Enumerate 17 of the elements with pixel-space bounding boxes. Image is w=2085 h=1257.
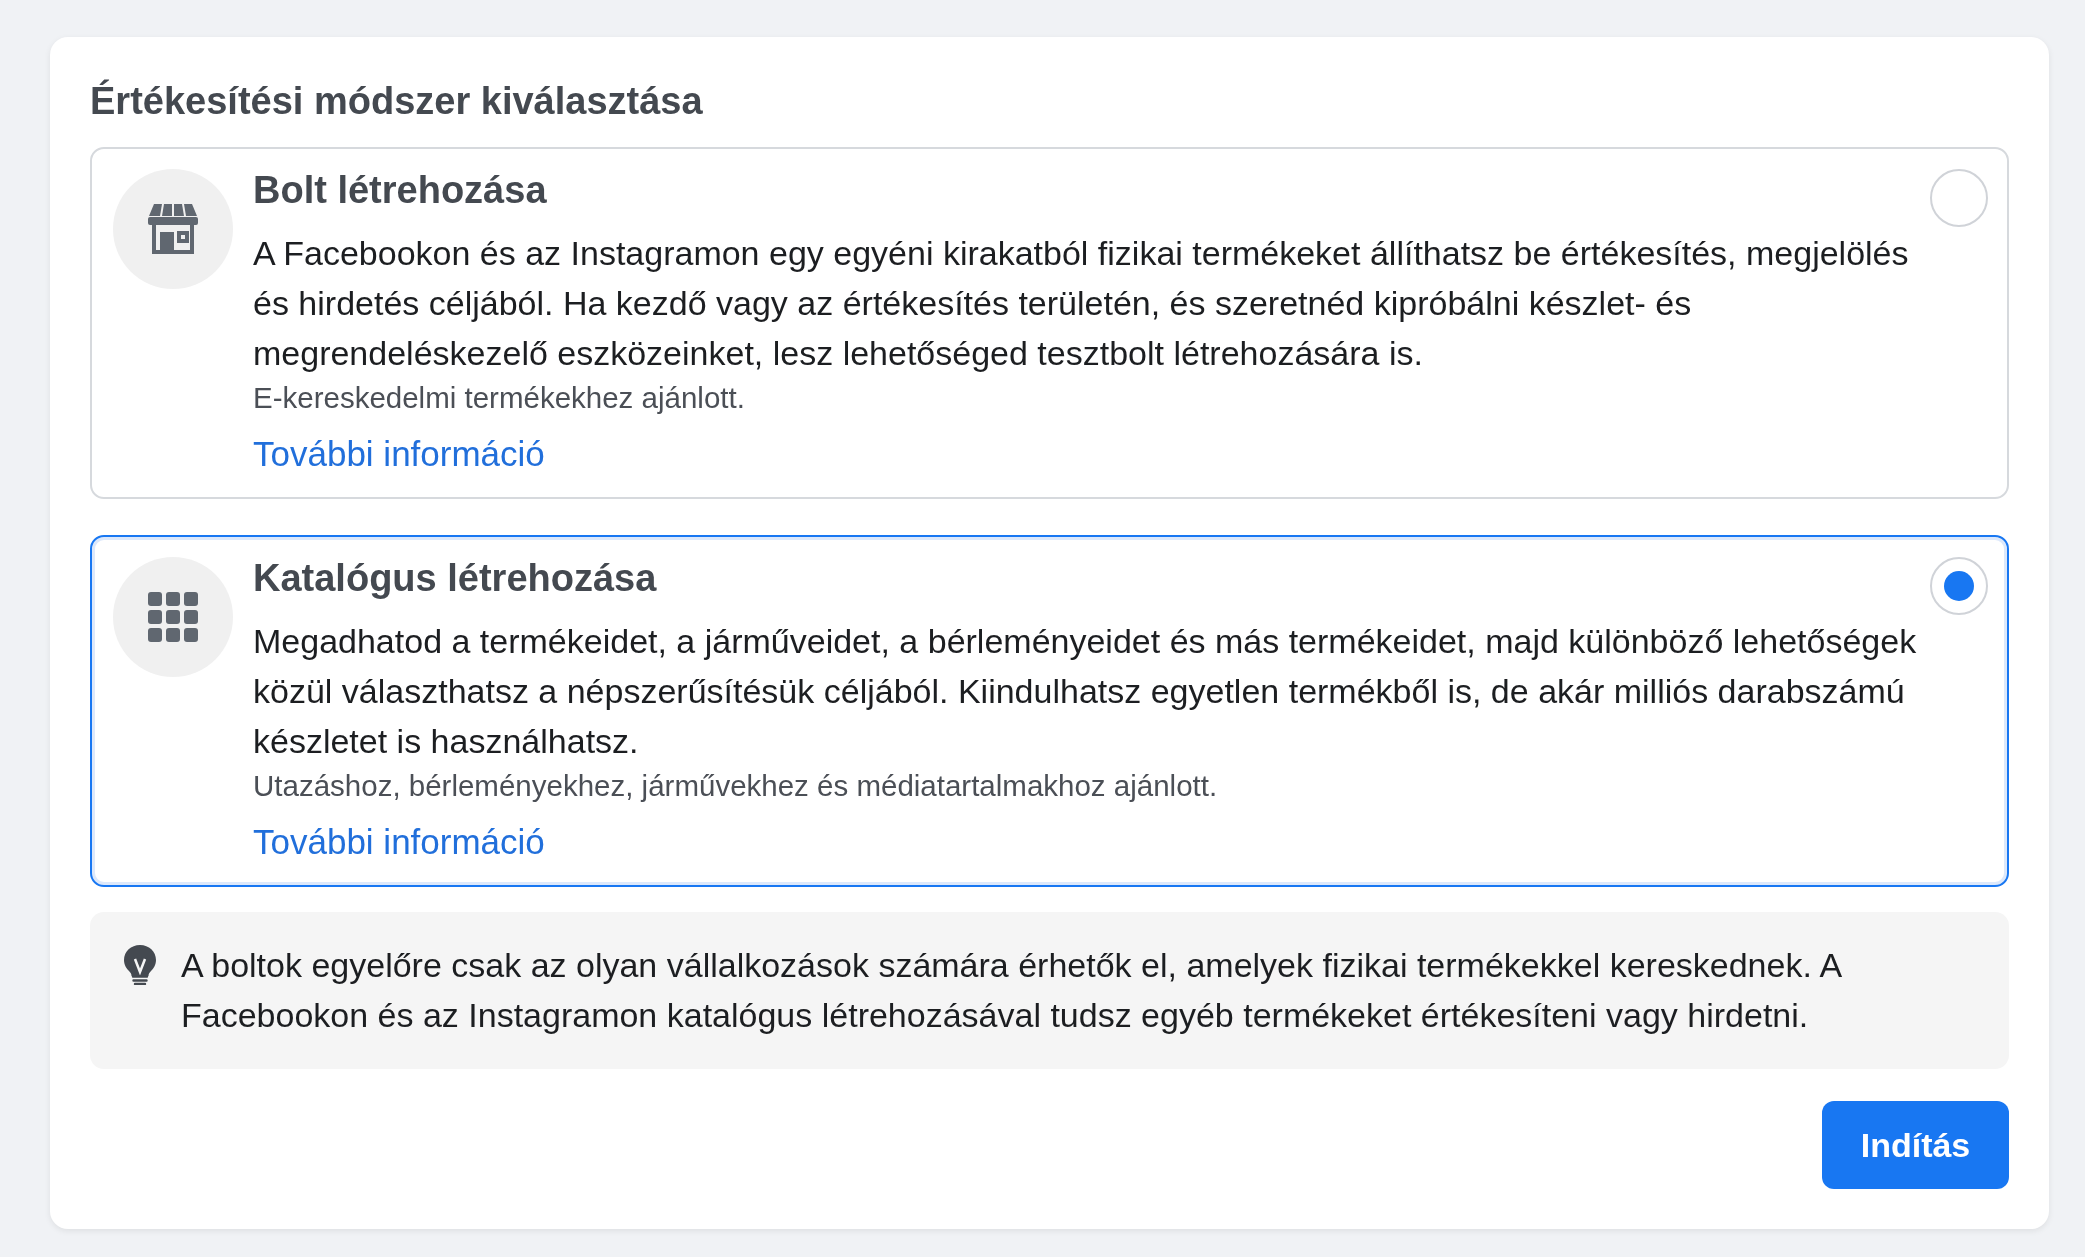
radio-button[interactable] xyxy=(1930,169,1988,227)
dialog-title: Értékesítési módszer kiválasztása xyxy=(90,79,704,123)
learn-more-link[interactable]: További információ xyxy=(253,429,545,479)
option-description: Megadhatod a termékeidet, a járműveidet, a bérleményeidet és más termékeidet, majd különböző lehetőségek közül választhatsz a népszerűsítésük céljából. Kiindulhatsz egyetlen termékből is, de akár milliós darabszámú készletet is használhatsz. xyxy=(253,621,1918,762)
radio-button[interactable] xyxy=(1930,557,1988,615)
option-title: Bolt létrehozása xyxy=(253,168,547,213)
option-card[interactable] xyxy=(90,535,2009,887)
learn-more-link[interactable]: További információ xyxy=(253,817,545,867)
option-note: E-kereskedelmi termékekhez ajánlott. xyxy=(253,380,746,416)
storefront-icon xyxy=(148,204,198,254)
lightbulb-icon xyxy=(124,945,156,985)
grid-icon xyxy=(148,592,198,642)
option-description: A Facebookon és az Instagramon egy egyéni kirakatból fizikai termékeket állíthatsz be értékesítés, megjelölés és hirdetés céljából. Ha kezdő vagy az értékesítés területén, és szeretnéd kipróbálni készlet- és megrendeléskezelő eszközeinket, lesz lehetőséged tesztbolt létrehozására is. xyxy=(253,233,1910,374)
start-button[interactable]: Indítás xyxy=(1822,1101,2009,1189)
option-note: Utazáshoz, bérleményekhez, járművekhez és médiatartalmakhoz ajánlott. xyxy=(253,768,1219,804)
tip-text: A boltok egyelőre csak az olyan vállalkozások számára érhetők el, amelyek fizikai termékekkel kereskednek. A Facebookon és az Instagramon katalógus létrehozásával tudsz egyéb termékeket értékesíteni vagy hirdetni. xyxy=(181,945,1842,1036)
option-title: Katalógus létrehozása xyxy=(253,556,657,601)
